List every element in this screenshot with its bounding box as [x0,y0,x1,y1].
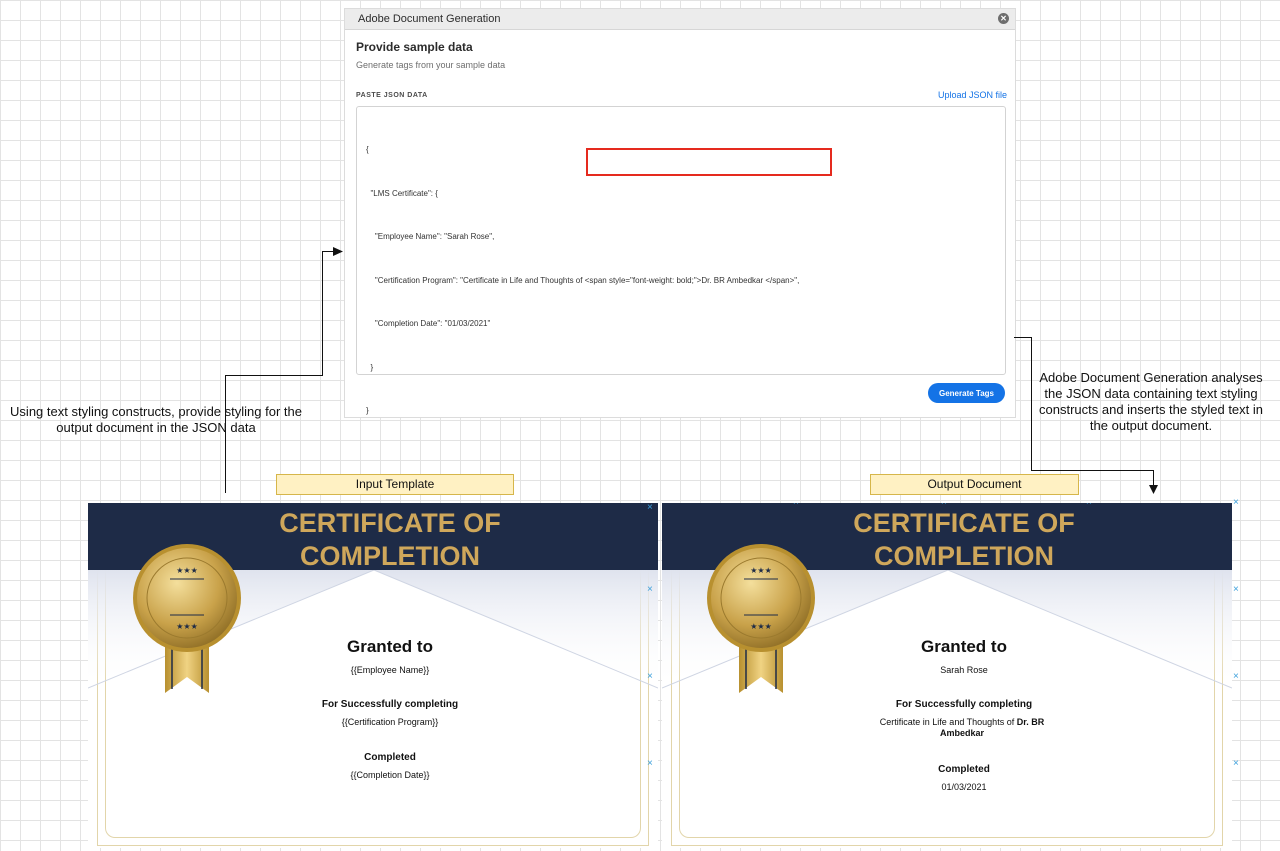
anchor-marker-icon: × [1233,497,1239,508]
anchor-marker-icon: × [1233,671,1239,682]
connector-line [225,375,323,376]
document-generation-dialog: Adobe Document Generation ✕ Provide samp… [344,8,1016,418]
arrow-down-icon [1149,485,1158,494]
annotation-right: Adobe Document Generation analyses the J… [1039,370,1263,433]
dialog-titlebar: Adobe Document Generation ✕ [345,9,1015,30]
anchor-marker-icon: × [793,503,799,508]
json-line: "Certification Program": "Certificate in… [366,275,800,285]
anchor-marker-icon: × [647,671,653,682]
dialog-subheading: Generate tags from your sample data [356,60,506,70]
json-textarea[interactable]: { "LMS Certificate": { "Employee Name": … [356,106,1006,415]
completed-heading: Completed [364,752,416,763]
certificate-title-line1: CERTIFICATE OF [853,508,1075,538]
certificate-title-line1: CERTIFICATE OF [279,508,501,538]
arrow-right-icon [333,247,343,256]
anchor-marker-icon: × [647,758,653,769]
anchor-marker-icon: × [647,503,653,513]
anchor-marker-icon: × [1233,584,1239,595]
json-line: "Completion Date": "01/03/2021" [366,319,491,328]
connector-line [1031,337,1032,471]
for-completing-heading: For Successfully completing [895,699,1033,710]
anchor-marker-icon: × [1233,758,1239,769]
connector-line [1031,470,1154,471]
connector-line [1014,337,1032,338]
program-plain-text: Certificate in Life and Thoughts of [879,717,1017,727]
svg-text:★★★: ★★★ [176,622,198,631]
output-document-label: Output Document [870,474,1079,495]
certification-program-tag: {{Certification Program}} [341,717,439,727]
svg-text:★★★: ★★★ [176,566,198,575]
employee-name-tag: {{Employee Name}} [350,665,430,675]
json-line: } [366,362,374,372]
anchor-marker-icon: × [647,584,653,595]
dialog-title: Adobe Document Generation [358,13,501,25]
anchor-marker-icon: × [1086,503,1092,508]
output-document-certificate: CERTIFICATE OF COMPLETION ★★★ ★★★ Grante… [662,503,1232,848]
completed-heading: Completed [938,764,990,775]
upload-json-link[interactable]: Upload JSON file [938,90,1007,100]
gold-seal-icon: ★★★ ★★★ [133,544,241,693]
svg-text:★★★: ★★★ [750,566,772,575]
granted-to-heading: Granted to [347,637,433,656]
paste-json-label: PASTE JSON DATA [356,92,428,99]
completion-date-value: 01/03/2021 [941,782,987,792]
input-template-certificate: CERTIFICATE OF COMPLETION ★★★ ★★★ Grante… [88,503,658,848]
input-template-label: Input Template [276,474,514,495]
generate-tags-button[interactable]: Generate Tags [928,383,1005,403]
json-line: "LMS Certificate": { [366,188,438,198]
close-icon[interactable]: ✕ [998,13,1009,24]
dialog-heading: Provide sample data [356,40,473,54]
connector-line [225,375,226,493]
connector-line [322,251,323,376]
json-line: } [366,406,369,415]
for-completing-heading: For Successfully completing [321,699,459,710]
employee-name-value: Sarah Rose [940,665,988,675]
completion-date-tag: {{Completion Date}} [350,770,430,780]
anchor-marker-icon: × [941,503,947,508]
svg-text:★★★: ★★★ [750,622,772,631]
granted-to-heading: Granted to [921,637,1007,656]
styling-highlight-box [586,148,832,176]
gold-seal-icon: ★★★ ★★★ [707,544,815,693]
json-line: "Employee Name": "Sarah Rose", [366,232,495,241]
annotation-left: Using text styling constructs, provide s… [10,404,302,435]
certification-program-value: Certificate in Life and Thoughts of Dr. … [862,717,1062,739]
